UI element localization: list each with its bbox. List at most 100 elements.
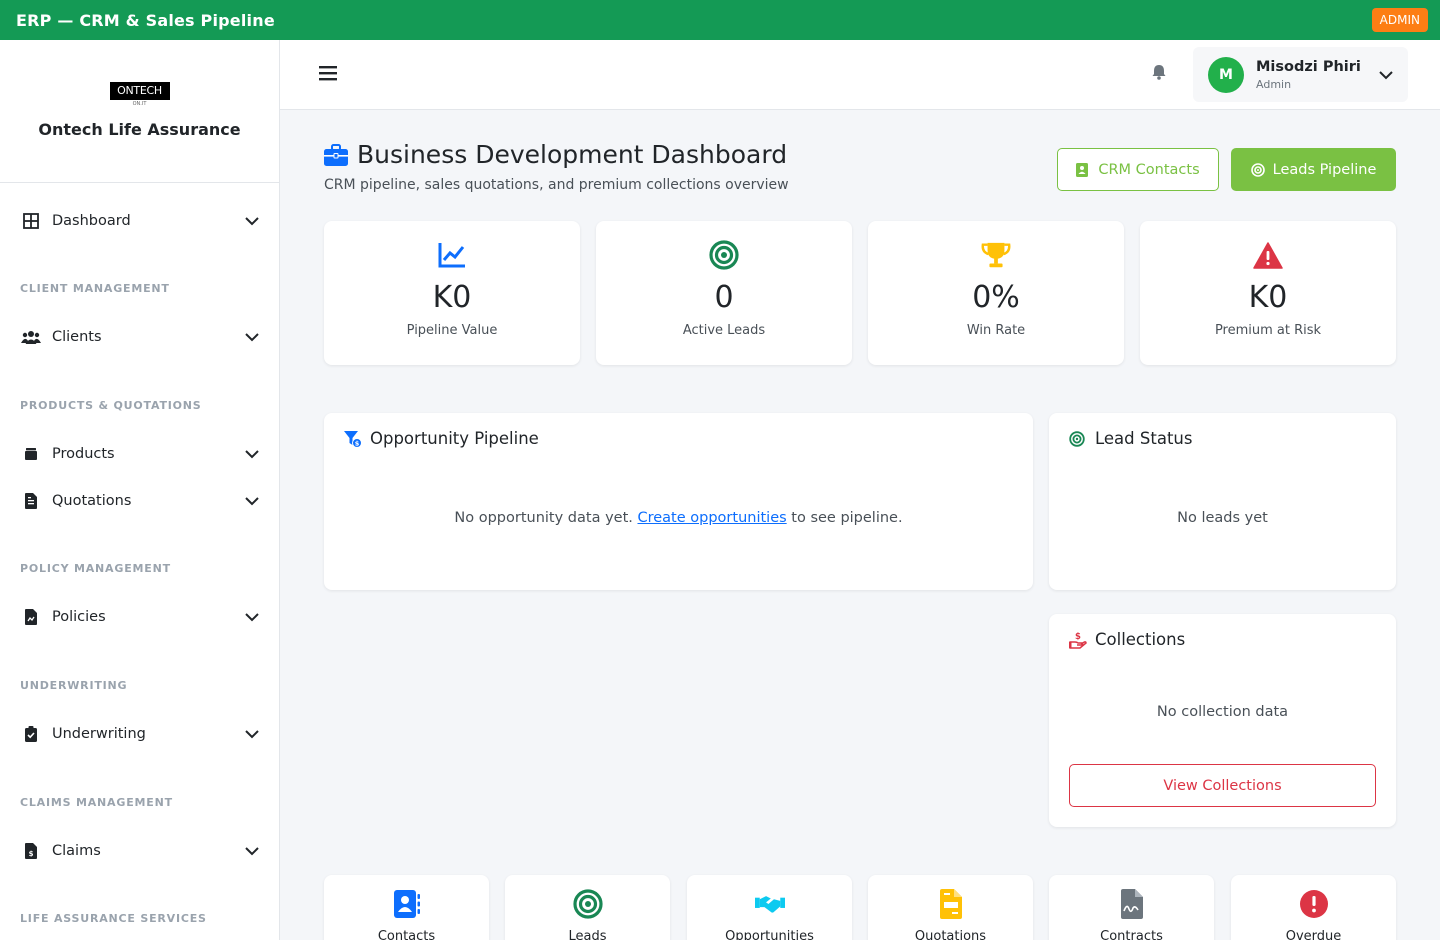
chart-line-icon bbox=[437, 240, 467, 270]
quick-link-label: Overdue bbox=[1285, 929, 1342, 940]
leads-pipeline-label: Leads Pipeline bbox=[1272, 161, 1377, 178]
create-opportunities-link[interactable]: Create opportunities bbox=[637, 510, 786, 526]
document-icon bbox=[20, 490, 42, 512]
sidebar-item-underwriting[interactable]: Underwriting bbox=[0, 714, 279, 754]
invoice-icon: $ bbox=[20, 840, 42, 862]
menu-toggle-icon[interactable] bbox=[318, 64, 340, 86]
card-title: Lead Status bbox=[1095, 429, 1193, 448]
svg-text:$: $ bbox=[29, 850, 34, 858]
section-products-quotations: PRODUCTS & QUOTATIONS bbox=[20, 399, 202, 412]
card-title: Opportunity Pipeline bbox=[370, 429, 539, 448]
trophy-icon bbox=[981, 240, 1011, 270]
briefcase-icon bbox=[324, 142, 350, 168]
contact-book-icon bbox=[392, 889, 422, 919]
quick-link-label: Quotations bbox=[914, 929, 987, 940]
chevron-down-icon bbox=[244, 843, 260, 859]
sidebar-item-products[interactable]: Products bbox=[0, 434, 279, 474]
address-card-icon bbox=[1076, 162, 1090, 177]
funnel-dollar-icon: $ bbox=[344, 430, 362, 448]
stat-value: 0% bbox=[972, 280, 1020, 315]
clipboard-check-icon bbox=[20, 723, 42, 745]
section-life-assurance-services: LIFE ASSURANCE SERVICES bbox=[20, 912, 207, 925]
opportunity-pipeline-card: $ Opportunity Pipeline No opportunity da… bbox=[324, 413, 1033, 590]
admin-badge: ADMIN bbox=[1371, 8, 1428, 32]
quick-link-label: Contracts bbox=[1100, 929, 1163, 940]
svg-text:$: $ bbox=[355, 439, 360, 447]
stat-win-rate: 0% Win Rate bbox=[868, 221, 1124, 365]
sidebar-item-dashboard[interactable]: Dashboard bbox=[0, 201, 279, 241]
company-logo[interactable]: ONTECH bbox=[109, 82, 170, 100]
user-name: Misodzi Phiri bbox=[1256, 58, 1361, 75]
target-icon bbox=[709, 240, 739, 270]
chevron-down-icon bbox=[244, 609, 260, 625]
stat-premium-at-risk: K0 Premium at Risk bbox=[1140, 221, 1396, 365]
leads-pipeline-button[interactable]: Leads Pipeline bbox=[1231, 148, 1396, 191]
policy-file-icon bbox=[20, 606, 42, 628]
sidebar-item-label: Quotations bbox=[52, 493, 132, 509]
sidebar-item-policies[interactable]: Policies bbox=[0, 597, 279, 637]
stat-value: 0 bbox=[714, 280, 734, 315]
quick-link-overdue[interactable]: Overdue bbox=[1231, 875, 1396, 940]
chevron-down-icon bbox=[1379, 65, 1393, 84]
user-menu[interactable]: M Misodzi Phiri Admin bbox=[1193, 47, 1408, 102]
quick-link-opportunities[interactable]: Opportunities bbox=[687, 875, 852, 940]
sidebar-item-clients[interactable]: Clients bbox=[0, 317, 279, 357]
stat-label: Win Rate bbox=[966, 323, 1026, 338]
sidebar-item-label: Dashboard bbox=[52, 213, 131, 229]
hand-holding-dollar-icon: $ bbox=[1069, 631, 1087, 649]
box-icon bbox=[20, 443, 42, 465]
section-underwriting: UNDERWRITING bbox=[20, 679, 128, 692]
exclamation-circle-icon bbox=[1299, 889, 1329, 919]
target-icon bbox=[1250, 162, 1265, 177]
section-claims-management: CLAIMS MANAGEMENT bbox=[20, 796, 173, 809]
chevron-down-icon bbox=[244, 213, 260, 229]
page-title: Business Development Dashboard bbox=[357, 140, 788, 169]
quick-link-contacts[interactable]: Contacts bbox=[324, 875, 489, 940]
empty-text: to see pipeline. bbox=[791, 510, 903, 526]
crm-contacts-button[interactable]: CRM Contacts bbox=[1057, 148, 1219, 191]
view-collections-button[interactable]: View Collections bbox=[1069, 764, 1376, 807]
quick-link-leads[interactable]: Leads bbox=[505, 875, 670, 940]
app-title: ERP — CRM & Sales Pipeline bbox=[16, 10, 275, 30]
card-title: Collections bbox=[1095, 630, 1186, 649]
grid-icon bbox=[20, 210, 42, 232]
quick-link-contracts[interactable]: Contracts bbox=[1049, 875, 1214, 940]
sidebar: ONTECH ON.IT Ontech Life Assurance Dashb… bbox=[0, 40, 280, 940]
opportunity-empty-message: No opportunity data yet. Create opportun… bbox=[324, 510, 1033, 526]
section-policy-management: POLICY MANAGEMENT bbox=[20, 562, 171, 575]
brand: ONTECH ON.IT Ontech Life Assurance bbox=[0, 40, 279, 183]
sidebar-item-label: Underwriting bbox=[52, 726, 146, 742]
collections-empty: No collection data bbox=[1156, 704, 1289, 720]
bell-icon[interactable] bbox=[1152, 64, 1172, 84]
quick-link-label: Contacts bbox=[377, 929, 436, 940]
chevron-down-icon bbox=[244, 329, 260, 345]
sidebar-item-label: Products bbox=[52, 446, 115, 462]
sidebar-item-label: Clients bbox=[52, 329, 102, 345]
sidebar-item-quotations[interactable]: Quotations bbox=[0, 481, 279, 521]
chevron-down-icon bbox=[244, 726, 260, 742]
quick-link-label: Leads bbox=[568, 929, 607, 940]
stat-value: K0 bbox=[432, 280, 472, 315]
sidebar-item-claims[interactable]: $ Claims bbox=[0, 831, 279, 871]
file-invoice-icon bbox=[936, 889, 966, 919]
handshake-icon bbox=[754, 889, 785, 919]
stat-label: Premium at Risk bbox=[1214, 323, 1322, 338]
quick-link-label: Opportunities bbox=[725, 929, 814, 940]
page-header: Business Development Dashboard CRM pipel… bbox=[324, 140, 789, 193]
collections-card: $ Collections No collection data View Co… bbox=[1049, 614, 1396, 827]
section-client-management: CLIENT MANAGEMENT bbox=[20, 282, 170, 295]
target-icon bbox=[1069, 430, 1087, 448]
target-icon bbox=[572, 889, 603, 919]
user-role: Admin bbox=[1256, 77, 1292, 91]
quick-link-quotations[interactable]: Quotations bbox=[868, 875, 1033, 940]
page-subtitle: CRM pipeline, sales quotations, and prem… bbox=[324, 177, 789, 193]
logo-subtext: ON.IT bbox=[132, 101, 147, 107]
lead-status-card: Lead Status No leads yet bbox=[1049, 413, 1396, 590]
empty-text: No opportunity data yet. bbox=[454, 510, 633, 526]
header: M Misodzi Phiri Admin bbox=[280, 40, 1440, 110]
stat-value: K0 bbox=[1248, 280, 1288, 315]
company-name: Ontech Life Assurance bbox=[38, 120, 241, 139]
sidebar-item-label: Claims bbox=[52, 843, 101, 859]
sidebar-item-label: Policies bbox=[52, 609, 106, 625]
top-bar: ERP — CRM & Sales Pipeline ADMIN bbox=[0, 0, 1440, 40]
